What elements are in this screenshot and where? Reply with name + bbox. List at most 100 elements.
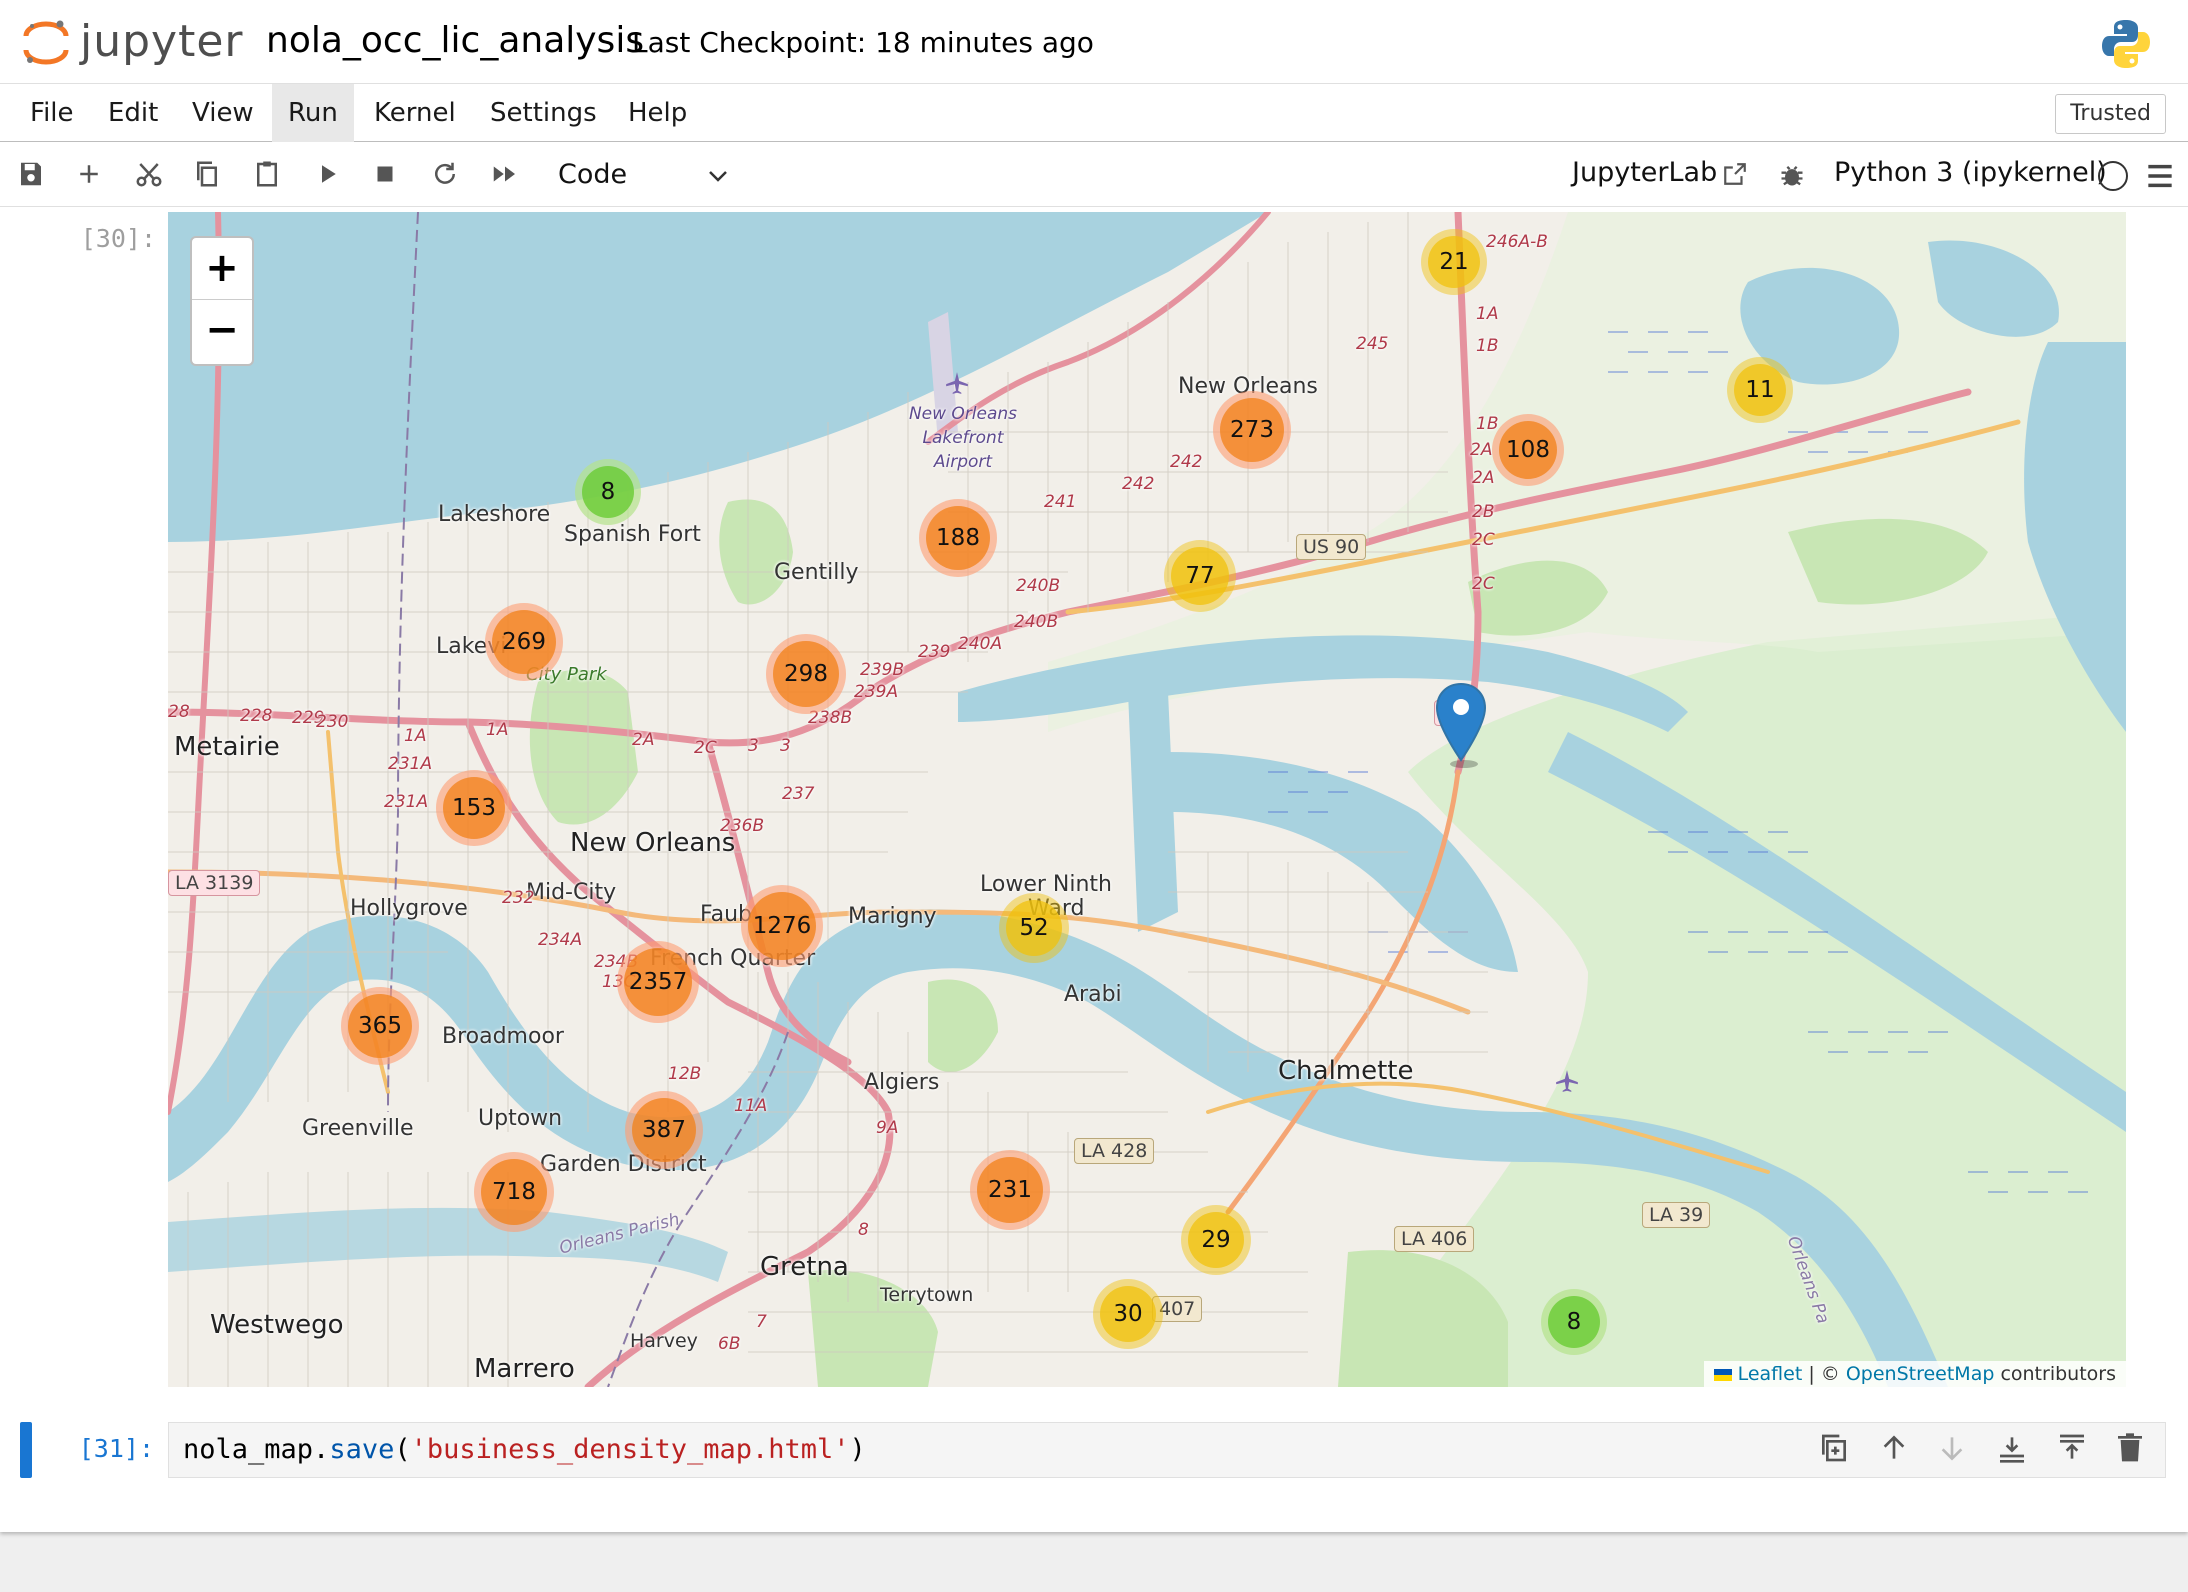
exit-label: 245 xyxy=(1356,334,1389,354)
cluster-count: 231 xyxy=(977,1157,1043,1223)
marker-cluster[interactable]: 273 xyxy=(1213,391,1291,469)
exit-label: 240B xyxy=(1016,576,1061,596)
shield-la39: LA 39 xyxy=(1642,1202,1711,1228)
code-editor[interactable]: nola_map.save('business_density_map.html… xyxy=(168,1422,2166,1478)
exit-label: 239 xyxy=(918,642,951,662)
menu-kernel[interactable]: Kernel xyxy=(358,84,472,142)
marker-cluster[interactable]: 188 xyxy=(919,499,997,577)
copy-cell-button[interactable] xyxy=(190,157,224,191)
zoom-control: + − xyxy=(190,236,254,366)
exit-label: 241 xyxy=(1044,492,1077,512)
exit-label: 1B xyxy=(1476,336,1499,356)
marker-cluster[interactable]: 108 xyxy=(1492,414,1564,486)
place-terrytown: Terrytown xyxy=(880,1284,974,1306)
exit-label: 2A xyxy=(1470,440,1493,460)
restart-run-all-button[interactable] xyxy=(488,157,522,191)
cluster-count: 8 xyxy=(582,466,634,518)
notebook-header: jupyter nola_occ_lic_analysis Last Check… xyxy=(0,0,2188,84)
leaflet-map[interactable]: New Orleans New Orleans Lakefront Airpor… xyxy=(168,212,2126,1387)
marker-cluster[interactable]: 153 xyxy=(436,770,512,846)
trusted-indicator[interactable]: Trusted xyxy=(2055,94,2166,134)
marker-cluster[interactable]: 387 xyxy=(625,1091,703,1169)
menu-file[interactable]: File xyxy=(14,84,90,142)
notebook-title[interactable]: nola_occ_lic_analysis xyxy=(266,20,644,61)
cluster-count: 2357 xyxy=(624,948,692,1016)
cluster-count: 21 xyxy=(1428,236,1480,288)
menu-help[interactable]: Help xyxy=(612,84,703,142)
hamburger-menu-icon[interactable] xyxy=(2146,163,2174,189)
open-jupyterlab-link[interactable]: JupyterLab xyxy=(1572,157,1717,188)
marker-cluster[interactable]: 52 xyxy=(999,893,1069,963)
menu-edit[interactable]: Edit xyxy=(92,84,174,142)
location-marker-icon[interactable] xyxy=(1434,682,1488,768)
zoom-out-button[interactable]: − xyxy=(192,300,252,362)
place-arabi: Arabi xyxy=(1064,982,1122,1007)
marker-cluster[interactable]: 2357 xyxy=(617,941,699,1023)
move-cell-up-button[interactable] xyxy=(1878,1432,1912,1466)
cell-type-value: Code xyxy=(558,159,628,190)
marker-cluster[interactable]: 30 xyxy=(1093,1279,1163,1349)
clipboard-icon xyxy=(257,161,277,187)
menu-run[interactable]: Run xyxy=(272,84,354,142)
marker-cluster[interactable]: 718 xyxy=(474,1152,554,1232)
jupyter-logo-text: jupyter xyxy=(80,16,244,67)
play-icon xyxy=(322,165,336,183)
interrupt-kernel-button[interactable] xyxy=(368,157,402,191)
cell-type-select[interactable]: Code xyxy=(558,153,738,197)
marker-cluster[interactable]: 21 xyxy=(1421,229,1487,295)
copy-icon xyxy=(197,161,217,187)
marker-cluster[interactable]: 231 xyxy=(970,1150,1050,1230)
insert-cell-below-button[interactable] xyxy=(1996,1432,2030,1466)
chevron-down-icon xyxy=(709,171,727,182)
marker-cluster[interactable]: 29 xyxy=(1181,1205,1251,1275)
exit-label: 12B xyxy=(668,1064,702,1084)
paste-cell-button[interactable] xyxy=(250,157,284,191)
menu-settings[interactable]: Settings xyxy=(474,84,613,142)
external-link-icon[interactable] xyxy=(1722,161,1748,187)
duplicate-cell-button[interactable] xyxy=(1818,1432,1852,1466)
marker-cluster[interactable]: 11 xyxy=(1727,357,1793,423)
marker-cluster[interactable]: 269 xyxy=(485,603,563,681)
cluster-count: 387 xyxy=(632,1098,696,1162)
restart-kernel-button[interactable] xyxy=(428,157,462,191)
marker-cluster[interactable]: 298 xyxy=(766,634,846,714)
cluster-count: 1276 xyxy=(748,892,816,960)
place-gretna: Gretna xyxy=(760,1252,849,1282)
exit-label: 231A xyxy=(384,792,429,812)
marker-cluster[interactable]: 1276 xyxy=(741,885,823,967)
place-broadmoor: Broadmoor xyxy=(442,1024,564,1049)
shield-la406: LA 406 xyxy=(1394,1226,1475,1252)
exit-label: 11A xyxy=(734,1096,768,1116)
active-cell-indicator xyxy=(20,1422,32,1478)
exit-label: 228 xyxy=(240,706,273,726)
arrow-up-icon xyxy=(1883,1435,1905,1459)
code-string: 'business_density_map.html' xyxy=(410,1434,850,1465)
marker-cluster[interactable]: 77 xyxy=(1164,540,1236,612)
osm-link[interactable]: OpenStreetMap xyxy=(1846,1363,1995,1385)
exit-label: 2C xyxy=(694,738,717,758)
insert-cell-above-button[interactable] xyxy=(2056,1432,2090,1466)
marker-cluster[interactable]: 8 xyxy=(575,459,641,525)
cut-cell-button[interactable] xyxy=(132,157,166,191)
cluster-count: 108 xyxy=(1499,421,1557,479)
insert-cell-button[interactable] xyxy=(72,157,106,191)
place-algiers: Algiers xyxy=(864,1070,940,1095)
marker-cluster[interactable]: 365 xyxy=(341,987,419,1065)
move-cell-down-button[interactable] xyxy=(1936,1432,1970,1466)
leaflet-link[interactable]: Leaflet xyxy=(1738,1363,1803,1385)
zoom-in-button[interactable]: + xyxy=(192,238,252,300)
jupyter-logo[interactable]: jupyter xyxy=(22,14,252,70)
menu-view[interactable]: View xyxy=(176,84,270,142)
run-cell-button[interactable] xyxy=(310,157,344,191)
cluster-count: 11 xyxy=(1734,364,1786,416)
place-mid-city: Mid-City xyxy=(526,880,617,905)
kernel-name[interactable]: Python 3 (ipykernel) xyxy=(1834,157,2107,188)
exit-label: 2A xyxy=(632,730,655,750)
exit-label: 6B xyxy=(718,1334,741,1354)
marker-cluster[interactable]: 8 xyxy=(1541,1289,1607,1355)
save-button[interactable] xyxy=(14,157,48,191)
exit-label: 232 xyxy=(502,888,535,908)
debugger-bug-icon[interactable] xyxy=(1778,161,1806,189)
delete-cell-button[interactable] xyxy=(2114,1432,2148,1466)
last-checkpoint: Last Checkpoint: 18 minutes ago xyxy=(632,26,1094,59)
